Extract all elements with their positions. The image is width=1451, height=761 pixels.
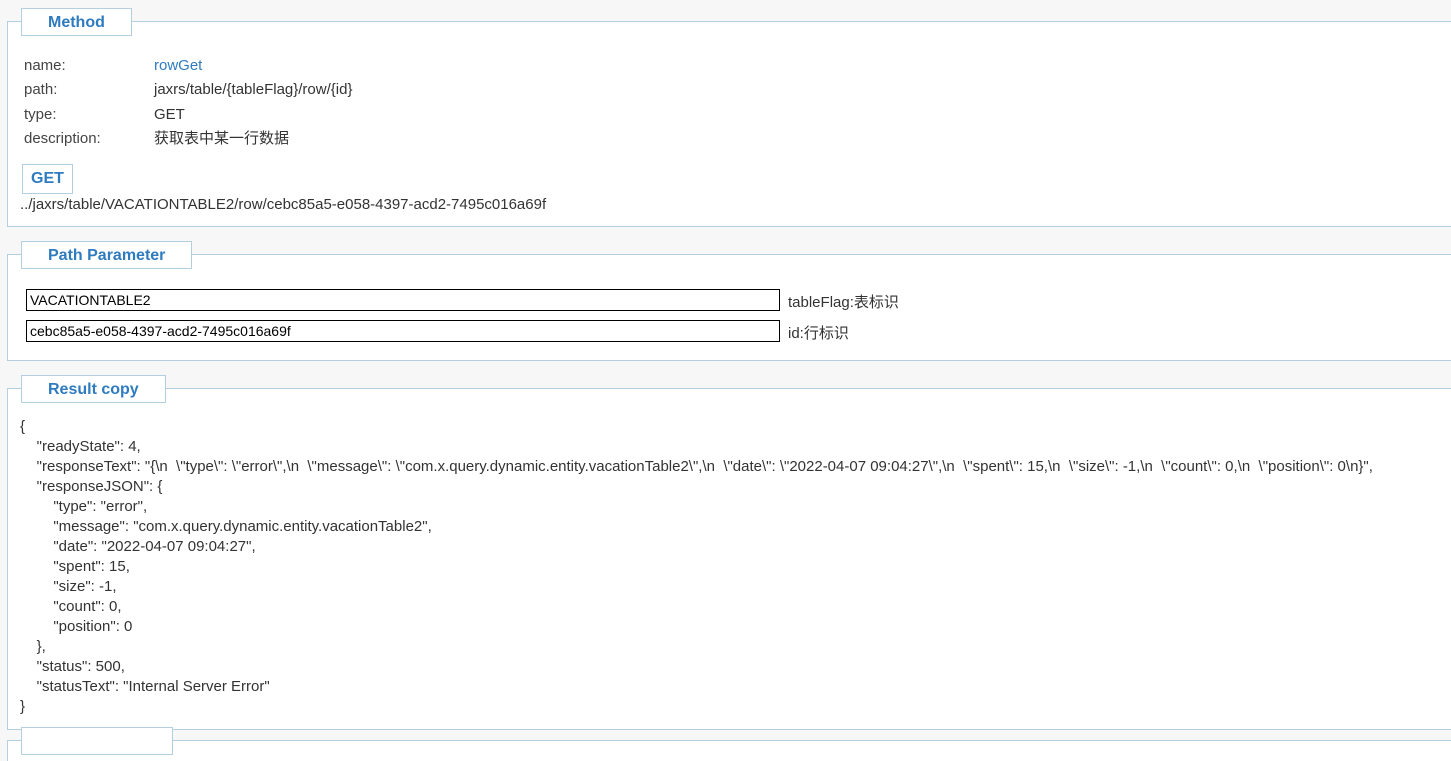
id-input[interactable] xyxy=(26,320,780,342)
field-key: path: xyxy=(24,81,58,99)
tableflag-input[interactable] xyxy=(26,289,780,311)
method-legend: Method xyxy=(21,8,132,36)
request-url: ../jaxrs/table/VACATIONTABLE2/row/cebc85… xyxy=(20,196,547,213)
result-panel: Result copy { "readyState": 4, "response… xyxy=(7,375,1451,730)
field-key: description: xyxy=(24,129,101,147)
method-panel: Method name: rowGet path: jaxrs/table/{t… xyxy=(7,8,1451,227)
method-path-value: jaxrs/table/{tableFlag}/row/{id} xyxy=(154,81,353,99)
result-json-text: { "readyState": 4, "responseText": "{\n … xyxy=(20,418,1373,715)
method-description-value: 获取表中某一行数据 xyxy=(154,129,290,147)
next-panel xyxy=(7,727,1451,761)
path-parameter-legend: Path Parameter xyxy=(21,241,193,269)
tableflag-label: tableFlag:表标识 xyxy=(788,294,899,311)
field-key: name: xyxy=(24,57,66,74)
id-label: id:行标识 xyxy=(788,325,849,342)
path-parameter-panel: Path Parameter tableFlag:表标识 id:行标识 xyxy=(7,241,1451,361)
method-name-value: rowGet xyxy=(154,57,203,74)
get-button[interactable]: GET xyxy=(22,164,73,194)
method-type-value: GET xyxy=(154,105,185,123)
result-legend: Result copy xyxy=(21,375,166,403)
field-key: type: xyxy=(24,105,57,123)
next-panel-legend xyxy=(21,727,173,755)
